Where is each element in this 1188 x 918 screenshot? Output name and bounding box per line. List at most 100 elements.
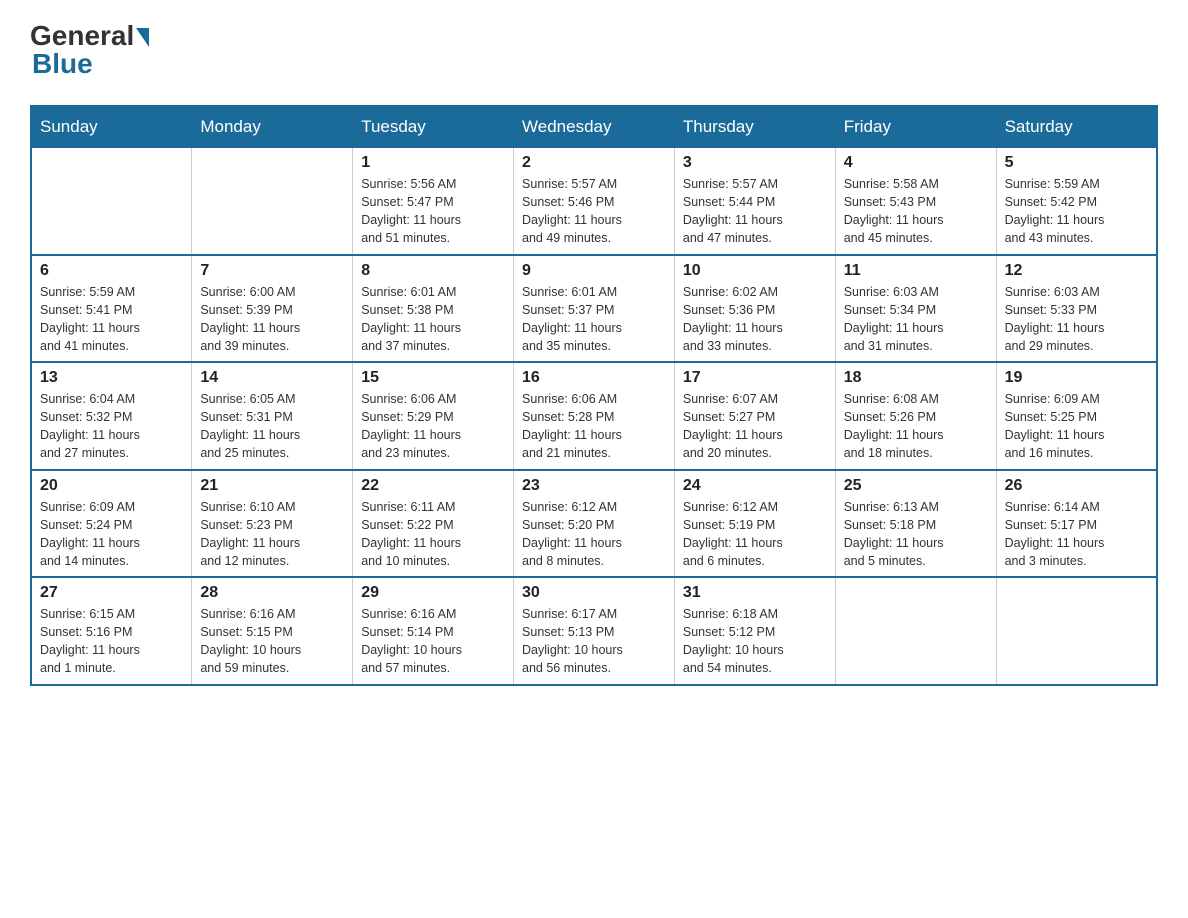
day-number: 31 — [683, 584, 827, 602]
day-info: Sunrise: 6:04 AM Sunset: 5:32 PM Dayligh… — [40, 390, 183, 463]
day-info: Sunrise: 5:58 AM Sunset: 5:43 PM Dayligh… — [844, 175, 988, 248]
day-number: 21 — [200, 477, 344, 495]
calendar-day-cell: 18Sunrise: 6:08 AM Sunset: 5:26 PM Dayli… — [835, 362, 996, 470]
day-number: 24 — [683, 477, 827, 495]
calendar-week-row: 6 Sunrise: 5:59 AM Sunset: 5:41 PM Daylig… — [31, 255, 1157, 363]
day-number: 11 — [844, 262, 988, 280]
weekday-header-tuesday: Tuesday — [353, 106, 514, 148]
calendar-day-cell: 30 Sunrise: 6:17 AM Sunset: 5:13 PM Dayli… — [514, 577, 675, 685]
day-info: Sunrise: 6:06 AM Sunset: 5:29 PM Dayligh… — [361, 390, 505, 463]
day-info: Sunrise: 6:00 AM Sunset: 5:39 PM Dayligh… — [200, 283, 344, 356]
day-number: 4 — [844, 154, 988, 172]
calendar-day-cell: 16 Sunrise: 6:06 AM Sunset: 5:28 PM Dayli… — [514, 362, 675, 470]
weekday-header-sunday: Sunday — [31, 106, 192, 148]
day-info: Sunrise: 6:01 AM Sunset: 5:38 PM Dayligh… — [361, 283, 505, 356]
calendar-day-cell: 5Sunrise: 5:59 AM Sunset: 5:42 PM Daylig… — [996, 148, 1157, 255]
day-number: 3 — [683, 154, 827, 172]
day-number: 7 — [200, 262, 344, 280]
day-info: Sunrise: 6:01 AM Sunset: 5:37 PM Dayligh… — [522, 283, 666, 356]
calendar-day-cell: 24 Sunrise: 6:12 AM Sunset: 5:19 PM Dayli… — [674, 470, 835, 578]
calendar-day-cell — [192, 148, 353, 255]
day-number: 12 — [1005, 262, 1148, 280]
day-number: 13 — [40, 369, 183, 387]
calendar-day-cell: 20Sunrise: 6:09 AM Sunset: 5:24 PM Dayli… — [31, 470, 192, 578]
day-number: 28 — [200, 584, 344, 602]
calendar-day-cell: 2Sunrise: 5:57 AM Sunset: 5:46 PM Daylig… — [514, 148, 675, 255]
day-info: Sunrise: 6:16 AM Sunset: 5:14 PM Dayligh… — [361, 605, 505, 678]
day-info: Sunrise: 5:57 AM Sunset: 5:46 PM Dayligh… — [522, 175, 666, 248]
day-number: 17 — [683, 369, 827, 387]
day-info: Sunrise: 6:06 AM Sunset: 5:28 PM Dayligh… — [522, 390, 666, 463]
day-number: 14 — [200, 369, 344, 387]
calendar-day-cell: 15 Sunrise: 6:06 AM Sunset: 5:29 PM Dayli… — [353, 362, 514, 470]
calendar-week-row: 27Sunrise: 6:15 AM Sunset: 5:16 PM Dayli… — [31, 577, 1157, 685]
day-number: 16 — [522, 369, 666, 387]
day-number: 19 — [1005, 369, 1148, 387]
day-number: 1 — [361, 154, 505, 172]
logo-triangle-icon — [136, 28, 149, 47]
day-info: Sunrise: 6:09 AM Sunset: 5:24 PM Dayligh… — [40, 498, 183, 571]
day-number: 6 — [40, 262, 183, 280]
logo-blue-text: Blue — [32, 48, 93, 80]
calendar-day-cell: 14 Sunrise: 6:05 AM Sunset: 5:31 PM Dayli… — [192, 362, 353, 470]
calendar-day-cell — [31, 148, 192, 255]
calendar-day-cell: 6 Sunrise: 5:59 AM Sunset: 5:41 PM Daylig… — [31, 255, 192, 363]
calendar-day-cell: 29 Sunrise: 6:16 AM Sunset: 5:14 PM Dayli… — [353, 577, 514, 685]
weekday-header-row: SundayMondayTuesdayWednesdayThursdayFrid… — [31, 106, 1157, 148]
page-header: General Blue — [30, 20, 1158, 85]
day-info: Sunrise: 5:56 AM Sunset: 5:47 PM Dayligh… — [361, 175, 505, 248]
day-info: Sunrise: 6:16 AM Sunset: 5:15 PM Dayligh… — [200, 605, 344, 678]
day-info: Sunrise: 6:10 AM Sunset: 5:23 PM Dayligh… — [200, 498, 344, 571]
calendar-day-cell: 7 Sunrise: 6:00 AM Sunset: 5:39 PM Daylig… — [192, 255, 353, 363]
day-number: 8 — [361, 262, 505, 280]
day-number: 10 — [683, 262, 827, 280]
calendar-day-cell: 3 Sunrise: 5:57 AM Sunset: 5:44 PM Daylig… — [674, 148, 835, 255]
calendar-day-cell: 26Sunrise: 6:14 AM Sunset: 5:17 PM Dayli… — [996, 470, 1157, 578]
calendar-day-cell — [996, 577, 1157, 685]
day-info: Sunrise: 6:17 AM Sunset: 5:13 PM Dayligh… — [522, 605, 666, 678]
logo: General Blue — [30, 20, 149, 85]
calendar-day-cell: 23 Sunrise: 6:12 AM Sunset: 5:20 PM Dayli… — [514, 470, 675, 578]
weekday-header-thursday: Thursday — [674, 106, 835, 148]
day-info: Sunrise: 6:12 AM Sunset: 5:20 PM Dayligh… — [522, 498, 666, 571]
calendar-day-cell: 13 Sunrise: 6:04 AM Sunset: 5:32 PM Dayli… — [31, 362, 192, 470]
day-info: Sunrise: 6:18 AM Sunset: 5:12 PM Dayligh… — [683, 605, 827, 678]
calendar-day-cell: 1 Sunrise: 5:56 AM Sunset: 5:47 PM Daylig… — [353, 148, 514, 255]
calendar-week-row: 13 Sunrise: 6:04 AM Sunset: 5:32 PM Dayli… — [31, 362, 1157, 470]
calendar-day-cell: 19 Sunrise: 6:09 AM Sunset: 5:25 PM Dayli… — [996, 362, 1157, 470]
day-info: Sunrise: 6:09 AM Sunset: 5:25 PM Dayligh… — [1005, 390, 1148, 463]
day-info: Sunrise: 6:02 AM Sunset: 5:36 PM Dayligh… — [683, 283, 827, 356]
calendar-day-cell: 27Sunrise: 6:15 AM Sunset: 5:16 PM Dayli… — [31, 577, 192, 685]
calendar-day-cell: 10 Sunrise: 6:02 AM Sunset: 5:36 PM Dayli… — [674, 255, 835, 363]
calendar-day-cell: 17 Sunrise: 6:07 AM Sunset: 5:27 PM Dayli… — [674, 362, 835, 470]
day-number: 5 — [1005, 154, 1148, 172]
calendar-day-cell: 25Sunrise: 6:13 AM Sunset: 5:18 PM Dayli… — [835, 470, 996, 578]
day-number: 22 — [361, 477, 505, 495]
day-info: Sunrise: 6:03 AM Sunset: 5:33 PM Dayligh… — [1005, 283, 1148, 356]
weekday-header-friday: Friday — [835, 106, 996, 148]
day-info: Sunrise: 6:05 AM Sunset: 5:31 PM Dayligh… — [200, 390, 344, 463]
day-number: 30 — [522, 584, 666, 602]
calendar-table: SundayMondayTuesdayWednesdayThursdayFrid… — [30, 105, 1158, 686]
weekday-header-monday: Monday — [192, 106, 353, 148]
day-info: Sunrise: 5:59 AM Sunset: 5:41 PM Dayligh… — [40, 283, 183, 356]
day-info: Sunrise: 6:07 AM Sunset: 5:27 PM Dayligh… — [683, 390, 827, 463]
calendar-day-cell: 21 Sunrise: 6:10 AM Sunset: 5:23 PM Dayli… — [192, 470, 353, 578]
day-info: Sunrise: 6:08 AM Sunset: 5:26 PM Dayligh… — [844, 390, 988, 463]
day-number: 23 — [522, 477, 666, 495]
day-info: Sunrise: 6:14 AM Sunset: 5:17 PM Dayligh… — [1005, 498, 1148, 571]
weekday-header-wednesday: Wednesday — [514, 106, 675, 148]
calendar-week-row: 20Sunrise: 6:09 AM Sunset: 5:24 PM Dayli… — [31, 470, 1157, 578]
day-number: 15 — [361, 369, 505, 387]
day-info: Sunrise: 5:57 AM Sunset: 5:44 PM Dayligh… — [683, 175, 827, 248]
calendar-week-row: 1 Sunrise: 5:56 AM Sunset: 5:47 PM Daylig… — [31, 148, 1157, 255]
calendar-day-cell: 28 Sunrise: 6:16 AM Sunset: 5:15 PM Dayli… — [192, 577, 353, 685]
day-info: Sunrise: 6:15 AM Sunset: 5:16 PM Dayligh… — [40, 605, 183, 678]
calendar-day-cell: 4 Sunrise: 5:58 AM Sunset: 5:43 PM Daylig… — [835, 148, 996, 255]
calendar-day-cell: 9Sunrise: 6:01 AM Sunset: 5:37 PM Daylig… — [514, 255, 675, 363]
calendar-day-cell: 31 Sunrise: 6:18 AM Sunset: 5:12 PM Dayli… — [674, 577, 835, 685]
calendar-day-cell: 8 Sunrise: 6:01 AM Sunset: 5:38 PM Daylig… — [353, 255, 514, 363]
day-info: Sunrise: 6:12 AM Sunset: 5:19 PM Dayligh… — [683, 498, 827, 571]
day-number: 29 — [361, 584, 505, 602]
day-info: Sunrise: 6:11 AM Sunset: 5:22 PM Dayligh… — [361, 498, 505, 571]
